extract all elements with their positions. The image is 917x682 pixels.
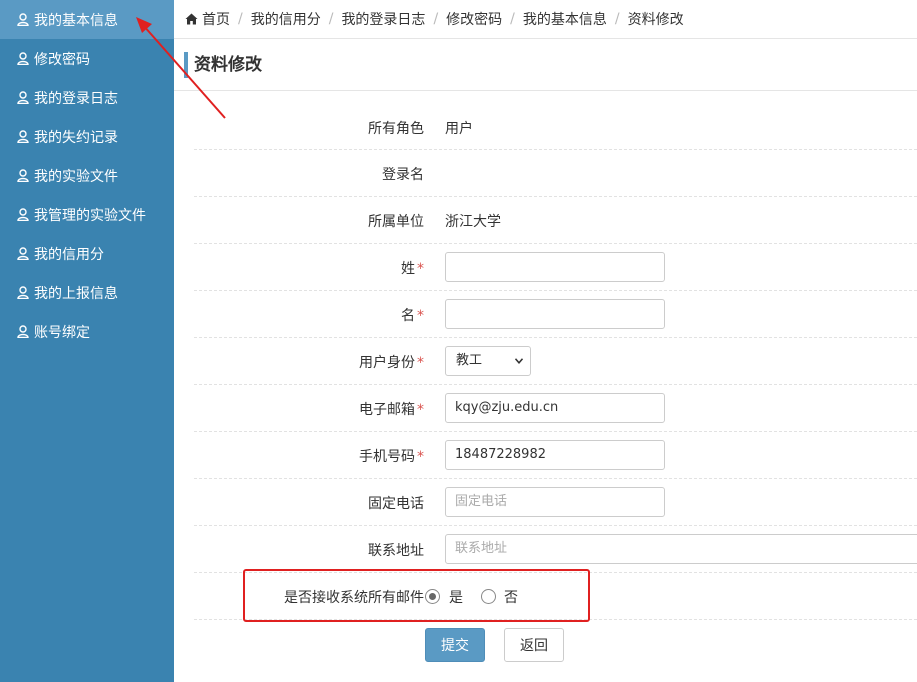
- email-label: 电子邮箱 *: [359, 399, 424, 419]
- email-label-text: 电子邮箱: [359, 402, 415, 418]
- sidebar-item-managed-experiment-files[interactable]: 我管理的实验文件: [0, 195, 174, 234]
- mobile-label-text: 手机号码: [359, 449, 415, 465]
- form-row-login-name: 登录名: [194, 150, 917, 197]
- form-row-email: 电子邮箱 * kqy@zju.edu.cn: [194, 385, 917, 432]
- breadcrumb-separator: /: [433, 11, 439, 27]
- submit-button[interactable]: 提交: [425, 628, 485, 662]
- breadcrumb-home[interactable]: 首页: [202, 9, 230, 29]
- user-icon: [17, 169, 29, 182]
- mobile-input[interactable]: 18487228982: [445, 440, 665, 470]
- sidebar-item-label: 我的上报信息: [34, 285, 118, 302]
- sidebar-item-label: 账号绑定: [34, 324, 90, 341]
- form-row-role: 所有角色 用户: [194, 104, 917, 150]
- sidebar-item-my-experiment-files[interactable]: 我的实验文件: [0, 156, 174, 195]
- form-row-unit: 所属单位 浙江大学: [194, 197, 917, 244]
- identity-label: 用户身份 *: [359, 352, 424, 372]
- surname-label-text: 姓: [401, 261, 415, 277]
- sidebar-item-reported-info[interactable]: 我的上报信息: [0, 273, 174, 312]
- form-row-phone: 固定电话 固定电话: [194, 479, 917, 526]
- breadcrumb-login-log[interactable]: 我的登录日志: [341, 9, 425, 29]
- role-value: 用户: [445, 121, 473, 137]
- form-row-identity: 用户身份 * 教工: [194, 338, 917, 385]
- surname-input[interactable]: [445, 252, 665, 282]
- address-input[interactable]: 联系地址: [445, 534, 917, 564]
- sidebar-item-label: 我的信用分: [34, 246, 104, 263]
- breadcrumb-basic-info[interactable]: 我的基本信息: [523, 9, 607, 29]
- divider: [174, 90, 917, 91]
- user-icon: [17, 325, 29, 338]
- breadcrumb: 首页 / 我的信用分 / 我的登录日志 / 修改密码 / 我的基本信息 / 资料…: [174, 0, 917, 39]
- given-name-label: 名 *: [401, 305, 424, 325]
- role-label: 所有角色: [368, 121, 424, 137]
- sidebar-item-label: 我的基本信息: [34, 12, 118, 29]
- user-icon: [17, 208, 29, 221]
- form-row-address: 联系地址 联系地址: [194, 526, 917, 573]
- breadcrumb-separator: /: [238, 11, 243, 27]
- form-row-surname: 姓 *: [194, 244, 917, 291]
- sidebar-item-account-binding[interactable]: 账号绑定: [0, 312, 174, 351]
- sidebar-item-label: 我管理的实验文件: [34, 207, 146, 224]
- home-icon: [185, 13, 198, 25]
- phone-input[interactable]: 固定电话: [445, 487, 665, 517]
- form-row-mobile: 手机号码 * 18487228982: [194, 432, 917, 479]
- form-row-given-name: 名 *: [194, 291, 917, 338]
- sidebar-item-basic-info[interactable]: 我的基本信息: [0, 0, 174, 39]
- user-icon: [17, 247, 29, 260]
- phone-label: 固定电话: [368, 496, 424, 512]
- sidebar-item-change-password[interactable]: 修改密码: [0, 39, 174, 78]
- back-button[interactable]: 返回: [504, 628, 564, 662]
- identity-select-value: 教工: [456, 353, 483, 368]
- user-icon: [17, 52, 29, 65]
- given-name-label-text: 名: [401, 308, 415, 324]
- user-icon: [17, 13, 29, 26]
- user-icon: [17, 286, 29, 299]
- sidebar-item-label: 我的失约记录: [34, 129, 118, 146]
- breadcrumb-current: 资料修改: [627, 12, 684, 28]
- breadcrumb-change-password[interactable]: 修改密码: [446, 9, 502, 29]
- unit-label: 所属单位: [368, 214, 424, 230]
- sidebar-item-label: 我的登录日志: [34, 90, 118, 107]
- annotation-highlight-box: [243, 569, 590, 622]
- sidebar-item-label: 我的实验文件: [34, 168, 118, 185]
- given-name-input[interactable]: [445, 299, 665, 329]
- breadcrumb-separator: /: [328, 11, 334, 27]
- chevron-down-icon: [515, 358, 523, 364]
- breadcrumb-separator: /: [614, 11, 620, 27]
- page-title: 资料修改: [184, 52, 262, 78]
- required-mark: *: [417, 355, 424, 371]
- sidebar-item-credit-score[interactable]: 我的信用分: [0, 234, 174, 273]
- address-label: 联系地址: [368, 543, 424, 559]
- user-icon: [17, 130, 29, 143]
- surname-label: 姓 *: [401, 258, 424, 278]
- required-mark: *: [417, 308, 424, 324]
- breadcrumb-credit-score[interactable]: 我的信用分: [251, 9, 321, 29]
- required-mark: *: [417, 261, 424, 277]
- required-mark: *: [417, 402, 424, 418]
- email-input[interactable]: kqy@zju.edu.cn: [445, 393, 665, 423]
- user-icon: [17, 91, 29, 104]
- login-name-label: 登录名: [382, 167, 424, 183]
- sidebar-item-missed-records[interactable]: 我的失约记录: [0, 117, 174, 156]
- sidebar-item-login-log[interactable]: 我的登录日志: [0, 78, 174, 117]
- mobile-label: 手机号码 *: [359, 446, 424, 466]
- breadcrumb-separator: /: [510, 11, 515, 27]
- sidebar-item-label: 修改密码: [34, 51, 90, 68]
- required-mark: *: [417, 449, 424, 465]
- identity-label-text: 用户身份: [359, 355, 415, 371]
- sidebar: 我的基本信息 修改密码 我的登录日志 我的失约记录 我的实验文件 我管理的实验文…: [0, 0, 174, 682]
- identity-select[interactable]: 教工: [445, 346, 531, 376]
- unit-value: 浙江大学: [445, 214, 501, 230]
